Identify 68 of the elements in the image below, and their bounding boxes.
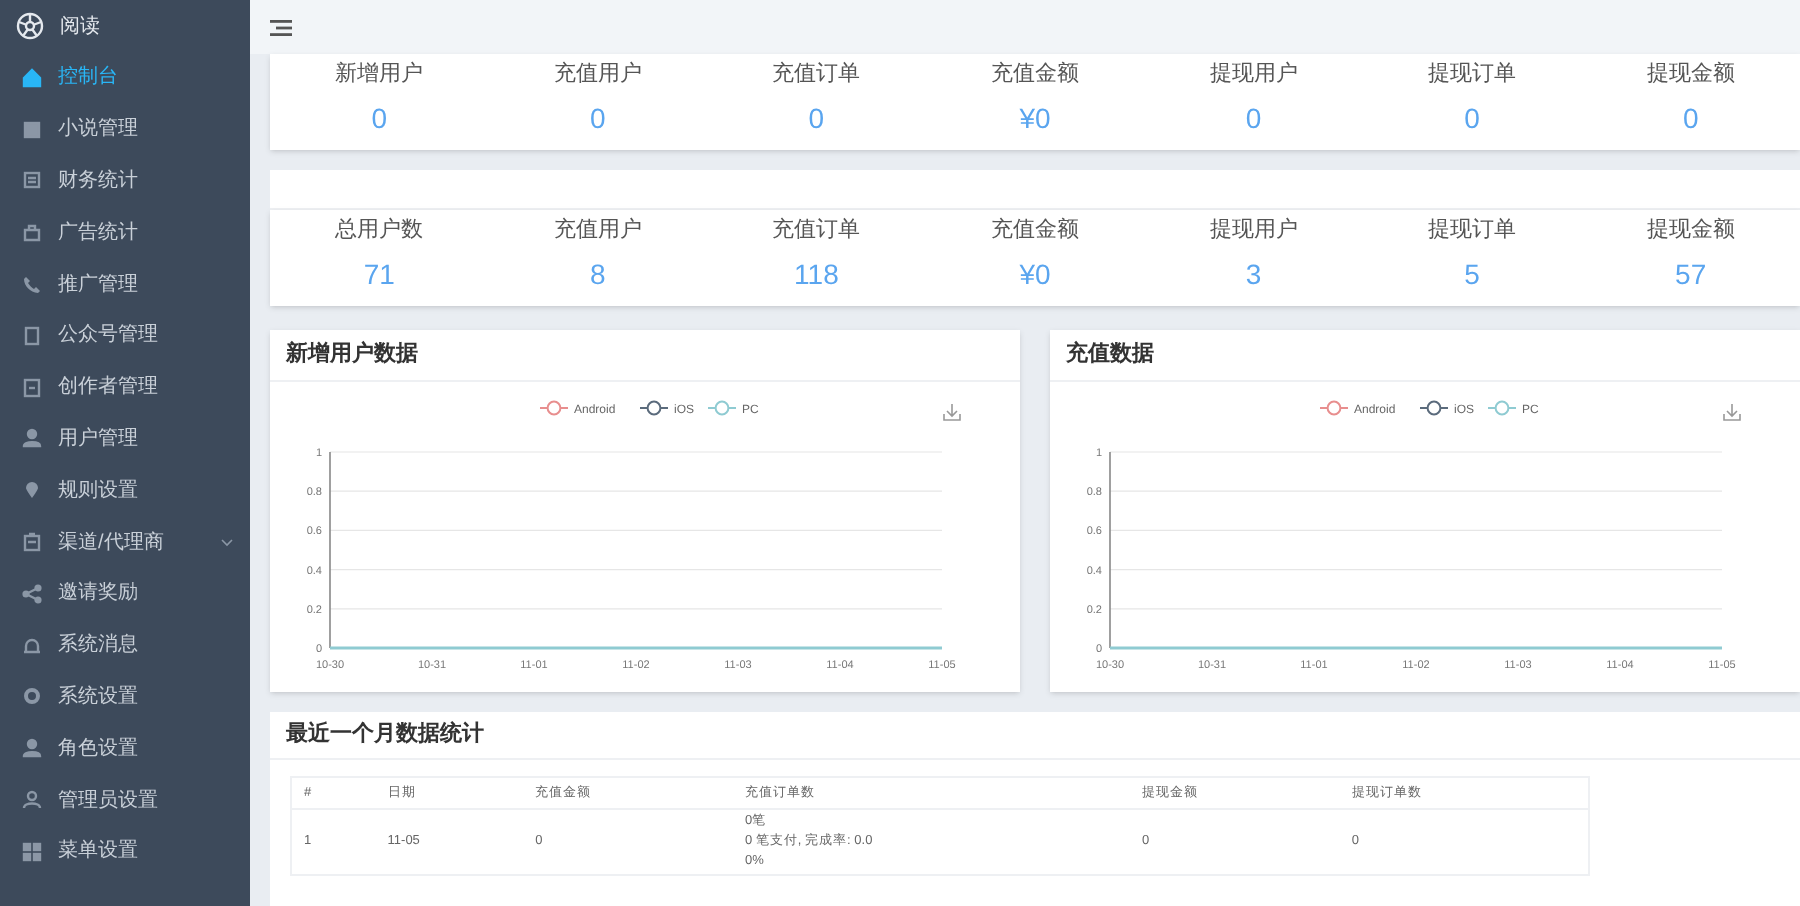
stat-value: 57 (1675, 256, 1707, 294)
form-icon (22, 170, 42, 191)
table-title: 最近一个月数据统计 (286, 719, 484, 751)
stat-value: 71 (363, 256, 395, 294)
bag-icon (22, 222, 42, 243)
user-icon (22, 738, 42, 759)
grid-icon (22, 841, 42, 862)
stat-label: 总用户数 (335, 215, 424, 246)
stat-value: 3 (1245, 256, 1262, 294)
clipboard-icon (22, 532, 42, 553)
chart-title: 新增用户数据 (286, 339, 418, 371)
sidebar-item[interactable]: 创作者管理 (0, 361, 250, 414)
sidebar-item[interactable]: 公众号管理 (0, 309, 250, 362)
sidebar-item[interactable]: 菜单设置 (0, 825, 250, 878)
download-icon[interactable] (1723, 403, 1741, 421)
download-icon[interactable] (943, 403, 961, 421)
stat-value: 0 (1464, 100, 1480, 138)
sidebar-item[interactable]: 用户管理 (0, 413, 250, 465)
tablet-icon (22, 325, 42, 346)
stat-value: 0 (590, 100, 606, 138)
document-icon (22, 377, 42, 398)
stat-value: 118 (794, 256, 839, 294)
stat-value: ¥0 (1019, 256, 1051, 294)
stat-value: 0 (371, 100, 388, 138)
sidebar-item[interactable]: 系统设置 (0, 671, 250, 723)
stat-label: 充值金额 (990, 59, 1079, 90)
stat-label: 提现金额 (1646, 59, 1735, 90)
pin-icon (22, 480, 42, 501)
stat-label: 提现金额 (1646, 215, 1735, 246)
home-icon (22, 67, 42, 88)
person-icon (22, 790, 42, 811)
stat-value: 8 (590, 256, 606, 294)
stat-label: 提现用户 (1209, 215, 1298, 246)
sidebar-item[interactable]: 角色设置 (0, 722, 250, 775)
phone-icon (22, 274, 42, 295)
stat-label: 新增用户 (335, 59, 424, 90)
stat-value: 0 (1682, 100, 1699, 138)
chart-title: 充值数据 (1066, 339, 1154, 371)
book-icon (22, 119, 42, 140)
logo-icon (16, 12, 44, 40)
stat-label: 充值用户 (553, 215, 642, 246)
stat-value: 0 (1245, 100, 1262, 138)
sidebar-item[interactable]: 规则设置 (0, 464, 250, 517)
sidebar-item[interactable]: 渠道/代理商 (0, 516, 250, 568)
bell-icon (22, 635, 42, 656)
stat-label: 提现用户 (1209, 59, 1298, 90)
stat-label: 充值订单 (772, 216, 861, 246)
stat-label: 充值订单 (772, 60, 861, 90)
stat-value: 5 (1464, 256, 1480, 294)
stat-label: 充值金额 (990, 215, 1079, 246)
menu-icon[interactable] (270, 17, 292, 37)
logo-text: 阅读 (60, 13, 100, 41)
share-icon (22, 583, 42, 604)
user-icon (22, 428, 42, 449)
stat-label: 提现订单 (1428, 216, 1517, 246)
stat-value: ¥0 (1019, 100, 1051, 138)
gear-icon (22, 686, 42, 707)
sidebar-item[interactable]: 邀请奖励 (0, 567, 250, 620)
sidebar-item[interactable]: 财务统计 (0, 155, 250, 207)
sidebar-item[interactable]: 推广管理 (0, 258, 250, 310)
stat-label: 充值用户 (553, 59, 642, 90)
sidebar-item[interactable]: 控制台 (0, 52, 250, 104)
sidebar-item[interactable]: 小说管理 (0, 103, 250, 156)
sidebar-item[interactable]: 广告统计 (0, 206, 250, 259)
sidebar-item[interactable]: 管理员设置 (0, 774, 250, 826)
stat-label: 提现订单 (1428, 60, 1517, 90)
sidebar-item[interactable]: 系统消息 (0, 619, 250, 672)
stat-value: 0 (808, 100, 825, 138)
